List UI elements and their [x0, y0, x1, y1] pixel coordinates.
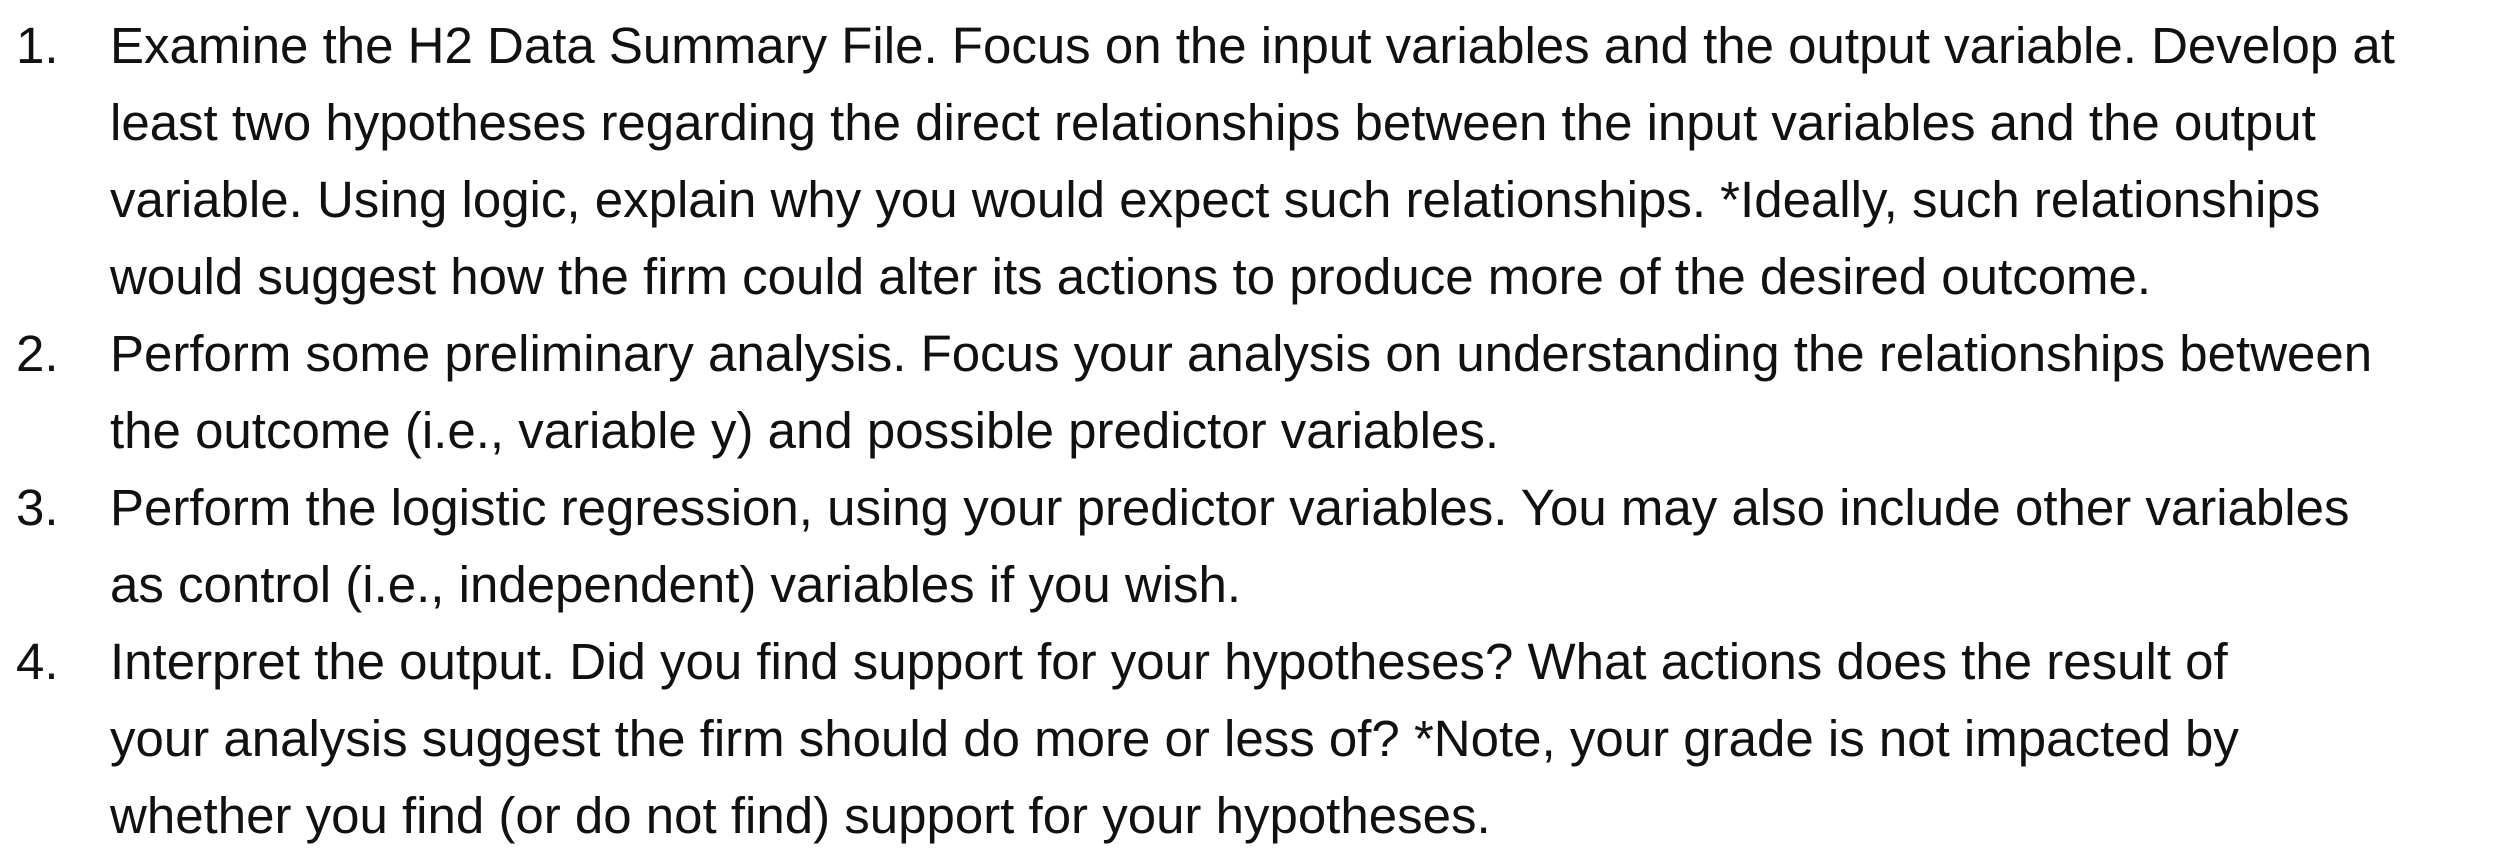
list-item-line: variable. Using logic, explain why you w… [110, 171, 2321, 228]
list-item-line: whether you find (or do not find) suppor… [110, 787, 1491, 844]
list-item-line: the outcome (i.e., variable y) and possi… [110, 402, 1500, 459]
list-item-line: would suggest how the firm could alter i… [110, 248, 2152, 305]
list-item-number: 3. [16, 479, 59, 536]
instructions-document: 1. Examine the H2 Data Summary File. Foc… [0, 0, 2520, 868]
list-item-line: your analysis suggest the firm should do… [110, 710, 2239, 767]
list-item-number: 1. [16, 17, 59, 74]
list-item-line: least two hypotheses regarding the direc… [110, 94, 2316, 151]
list-item-number: 2. [16, 325, 59, 382]
list-item-line: Perform some preliminary analysis. Focus… [110, 325, 2373, 382]
list-item-line: Interpret the output. Did you find suppo… [110, 633, 2228, 690]
list-item-line: as control (i.e., independent) variables… [110, 556, 1242, 613]
list-item-line: Examine the H2 Data Summary File. Focus … [110, 17, 2395, 74]
list-item-line: Perform the logistic regression, using y… [110, 479, 2350, 536]
list-item-number: 4. [16, 633, 59, 690]
